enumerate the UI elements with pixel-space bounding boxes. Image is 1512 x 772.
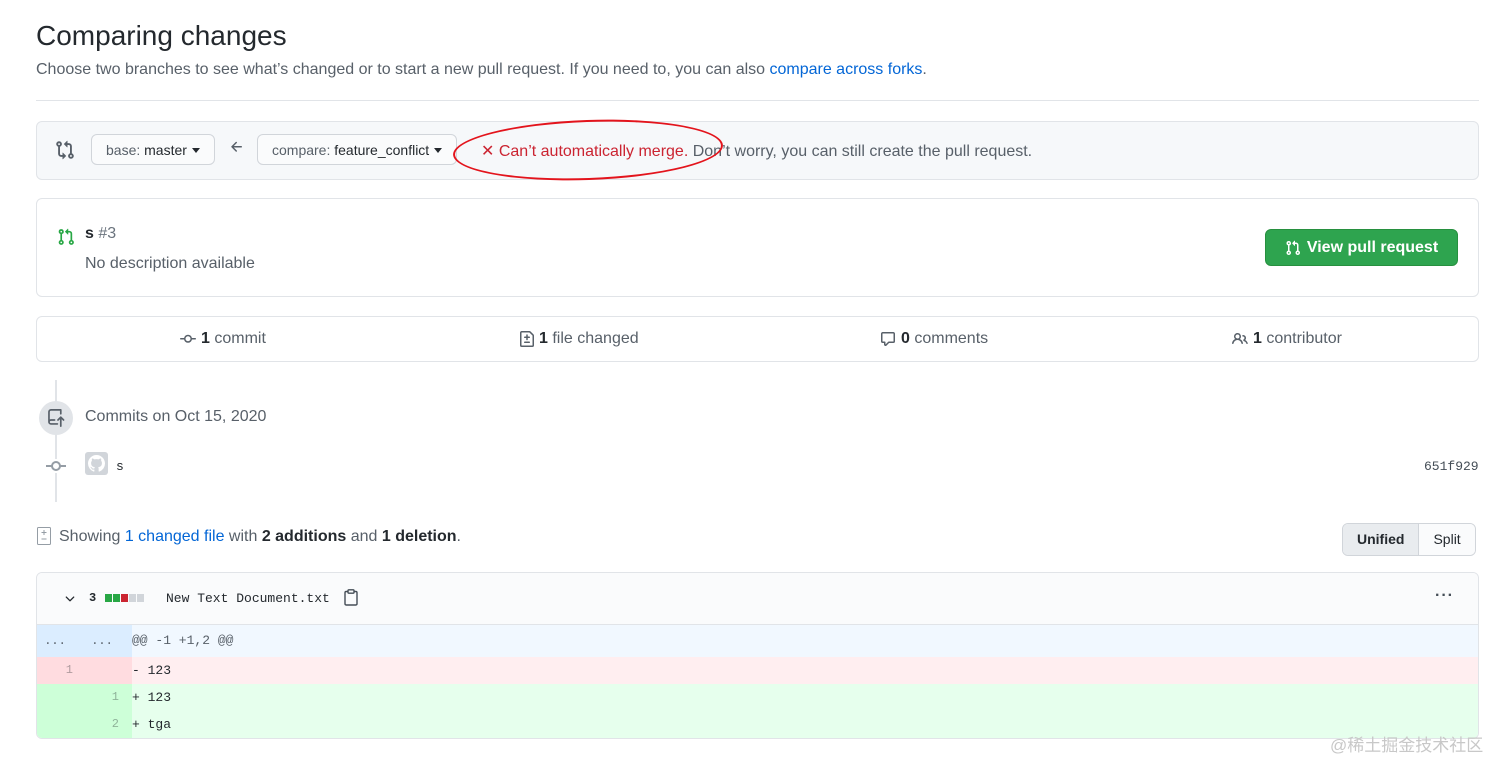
range-editor: base: master compare: feature_conflict ✕… [36,115,1479,185]
diffstat-bar [105,594,144,602]
pr-title-text: s [85,225,94,242]
caret-down-icon [434,148,443,153]
old-line-number[interactable]: 1 [37,657,73,684]
diff-change-count: 3 [89,591,97,605]
summary-and: and [346,528,382,545]
diff-line-addition: 1 + 123 [37,684,1478,711]
diffstat-add-block [113,594,120,602]
watermark: @稀土掘金技术社区 [1330,736,1484,755]
diffstat-neutral-block [129,594,136,602]
file-diff-header: 3 New Text Document.txt ··· [37,573,1478,625]
summary-end: . [456,528,461,545]
base-label: base: [106,142,141,158]
stat-contributors[interactable]: 1 contributor [1231,330,1342,348]
timeline-line [55,380,57,502]
comments-count: 0 [901,330,910,347]
git-commit-icon [180,334,196,343]
annotation-ellipse [452,115,724,185]
commits-label: commit [209,330,266,347]
diff-file-name[interactable]: New Text Document.txt [166,591,330,606]
stat-comments[interactable]: 0 comments [879,330,988,348]
files-count: 1 [539,330,548,347]
line-code: + 123 [132,690,172,705]
contributors-label: contributor [1261,330,1342,347]
repo-push-icon [48,409,65,427]
comments-label: comments [909,330,989,347]
compare-value: feature_conflict [334,142,430,158]
git-pull-request-icon [58,228,74,245]
hunk-expand-left[interactable]: ... [37,625,73,657]
comment-icon [881,332,895,346]
file-diff-icon [520,331,534,347]
new-line-number[interactable] [85,657,119,684]
arrow-left-icon [231,141,242,152]
caret-down-icon [191,148,200,153]
commits-count: 1 [201,330,210,347]
contributors-count: 1 [1253,330,1262,347]
commit-message[interactable]: s [116,459,124,474]
git-pull-request-icon [1286,240,1300,255]
git-commit-icon [46,459,66,473]
old-line-number[interactable] [37,684,73,711]
files-label: file changed [547,330,639,347]
diff-hunk-row: ... ... @@ -1 +1,2 @@ [37,625,1478,657]
diff-line-deletion: 1 - 123 [37,657,1478,684]
chevron-down-icon[interactable] [63,592,77,606]
new-line-number[interactable]: 2 [85,711,119,738]
overview-stats: 1 commit 1 file changed 0 comments 1 con… [36,316,1479,362]
split-view-button[interactable]: Split [1419,524,1475,555]
pr-description: No description available [85,255,255,272]
diffstat-add-block [105,594,112,602]
subtitle-text: Choose two branches to see what’s change… [36,61,770,78]
base-value: master [144,142,187,158]
hunk-expand-right[interactable]: ... [85,625,119,657]
summary-prefix: Showing [59,528,125,545]
changed-file-link[interactable]: 1 changed file [125,528,225,545]
file-diff: 3 New Text Document.txt ··· ... ... @@ -… [36,572,1479,739]
people-icon [1232,332,1248,345]
line-code: - 123 [132,663,172,678]
github-avatar-icon [88,455,105,472]
diff-view-toggle: Unified Split [1342,523,1476,556]
view-pull-request-button[interactable]: View pull request [1265,229,1458,266]
stat-commits[interactable]: 1 commit [179,330,266,348]
page-subtitle: Choose two branches to see what’s change… [36,61,927,79]
page-title: Comparing changes [36,20,287,51]
header-divider [36,100,1479,101]
additions-count: 2 additions [261,528,347,545]
commits-date-heading: Commits on Oct 15, 2020 [85,408,267,425]
pr-number: #3 [98,225,117,242]
stat-files-changed[interactable]: 1 file changed [519,330,639,348]
new-line-number[interactable]: 1 [85,684,119,711]
old-line-number[interactable] [37,711,73,738]
hunk-header: @@ -1 +1,2 @@ [132,633,234,648]
diffstat-del-block [121,594,128,602]
existing-pr-box: s #3 No description available View pull … [36,198,1479,297]
commit-sha[interactable]: 651f929 [1424,459,1479,474]
avatar[interactable] [85,452,108,475]
file-changes-summary: Showing 1 changed file with 2 additions … [59,528,461,546]
view-pull-request-label: View pull request [1306,238,1439,256]
pr-title[interactable]: s #3 [85,225,116,243]
subtitle-end: . [922,61,927,78]
commits-badge [39,401,73,435]
deletions-count: 1 deletion [381,528,457,545]
compare-label: compare: [272,142,331,158]
diff-line-addition: 2 + tga [37,711,1478,738]
compare-branch-select[interactable]: compare: feature_conflict [257,134,458,165]
unified-view-button[interactable]: Unified [1343,524,1420,555]
file-menu-kebab-icon[interactable]: ··· [1435,587,1454,605]
copy-path-icon[interactable] [344,589,358,606]
merge-status-note: Don’t worry, you can still create the pu… [688,143,1033,160]
git-compare-icon [56,140,74,160]
base-branch-select[interactable]: base: master [91,134,215,165]
compare-across-forks-link[interactable]: compare across forks [769,61,922,78]
line-code: + tga [132,717,172,732]
diffstat-neutral-block [137,594,144,602]
file-diff-icon [37,527,51,545]
summary-with: with [224,528,262,545]
